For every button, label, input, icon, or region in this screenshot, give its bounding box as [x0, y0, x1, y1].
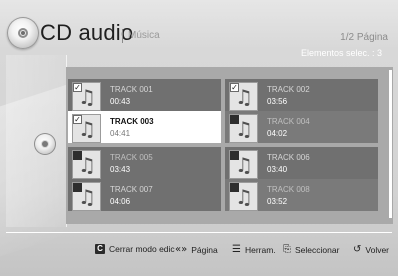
footer-divider: [6, 232, 392, 233]
track-duration: 00:43: [110, 97, 131, 106]
track-thumbnail: ♫ ✓: [72, 82, 101, 111]
track-thumbnail: ♫: [229, 114, 258, 143]
enter-icon: ⎘: [283, 244, 291, 255]
track-item-selected[interactable]: ♫ ✓ TRACK 003 04:41: [68, 111, 221, 143]
header: CD audio Música 1/2 Página Elementos sel…: [0, 0, 398, 62]
footer-hints: C Cerrar modo edic «» Página ☰ Herram. ⎘…: [0, 244, 398, 264]
track-name: TRACK 008: [267, 185, 310, 194]
track-name: TRACK 002: [267, 85, 310, 94]
source-panel: [6, 55, 67, 227]
cd-disc-small-icon: [34, 133, 56, 155]
page-label: Página: [191, 244, 218, 255]
checkbox-unchecked[interactable]: [230, 115, 239, 124]
scrollbar-thumb[interactable]: [389, 70, 392, 218]
track-duration: 04:02: [267, 129, 288, 138]
track-thumbnail: ♫: [229, 150, 258, 179]
track-duration: 03:56: [267, 97, 288, 106]
c-key-icon: C: [95, 244, 105, 254]
return-icon: ↺: [353, 244, 362, 255]
track-item[interactable]: ♫ TRACK 007 04:06: [68, 179, 221, 211]
track-name: TRACK 007: [110, 185, 153, 194]
select-hint[interactable]: ⎘ Seleccionar: [283, 244, 339, 255]
track-item[interactable]: ♫ TRACK 006 03:40: [225, 147, 378, 179]
track-thumbnail: ♫: [229, 182, 258, 211]
track-thumbnail: ♫: [72, 150, 101, 179]
checkbox-unchecked[interactable]: [230, 151, 239, 160]
cd-disc-icon: [7, 17, 39, 49]
close-edit-label: Cerrar modo edic: [109, 244, 175, 254]
checkbox-checked[interactable]: ✓: [73, 115, 82, 124]
select-label: Seleccionar: [295, 244, 340, 255]
close-edit-hint[interactable]: C Cerrar modo edic: [95, 244, 175, 254]
track-duration: 03:40: [267, 165, 288, 174]
category-label: Música: [128, 30, 160, 41]
tools-hint[interactable]: ☰ Herram.: [232, 244, 276, 255]
back-hint[interactable]: ↺ Volver: [353, 244, 389, 255]
track-duration: 04:41: [110, 129, 131, 138]
track-item[interactable]: ♫ TRACK 004 04:02: [225, 111, 378, 143]
tools-label: Herram.: [244, 244, 276, 255]
track-thumbnail: ♫ ✓: [229, 82, 258, 111]
track-duration: 04:06: [110, 197, 131, 206]
track-duration: 03:43: [110, 165, 131, 174]
selected-count: Elementos selec. : 3: [300, 48, 382, 58]
scrollbar[interactable]: [389, 70, 392, 218]
page-indicator: 1/2 Página: [340, 32, 388, 43]
checkbox-checked[interactable]: ✓: [230, 83, 239, 92]
track-name: TRACK 001: [110, 85, 153, 94]
cd-audio-screen: CD audio Música 1/2 Página Elementos sel…: [0, 0, 398, 276]
track-name: TRACK 003: [110, 117, 154, 126]
track-name: TRACK 006: [267, 153, 310, 162]
track-duration: 03:52: [267, 197, 288, 206]
track-name: TRACK 004: [267, 117, 310, 126]
track-name: TRACK 005: [110, 153, 153, 162]
checkbox-unchecked[interactable]: [73, 183, 82, 192]
title-divider: [122, 29, 123, 43]
track-item[interactable]: ♫ TRACK 005 03:43: [68, 147, 221, 179]
track-thumbnail: ♫: [72, 182, 101, 211]
track-grid: ♫ ✓ TRACK 001 00:43 ♫ ✓ TRACK 002 03:56 …: [66, 67, 393, 224]
track-item[interactable]: ♫ ✓ TRACK 001 00:43: [68, 79, 221, 111]
tools-icon: ☰: [232, 244, 241, 255]
back-label: Volver: [365, 244, 390, 255]
page-hint[interactable]: «» Página: [175, 244, 218, 255]
track-item[interactable]: ♫ ✓ TRACK 002 03:56: [225, 79, 378, 111]
track-item[interactable]: ♫ TRACK 008 03:52: [225, 179, 378, 211]
checkbox-checked[interactable]: ✓: [73, 83, 82, 92]
checkbox-unchecked[interactable]: [73, 151, 82, 160]
checkbox-unchecked[interactable]: [230, 183, 239, 192]
page-arrows-icon: «»: [175, 244, 188, 255]
page-title: CD audio: [40, 20, 134, 45]
track-thumbnail: ♫ ✓: [72, 114, 101, 143]
